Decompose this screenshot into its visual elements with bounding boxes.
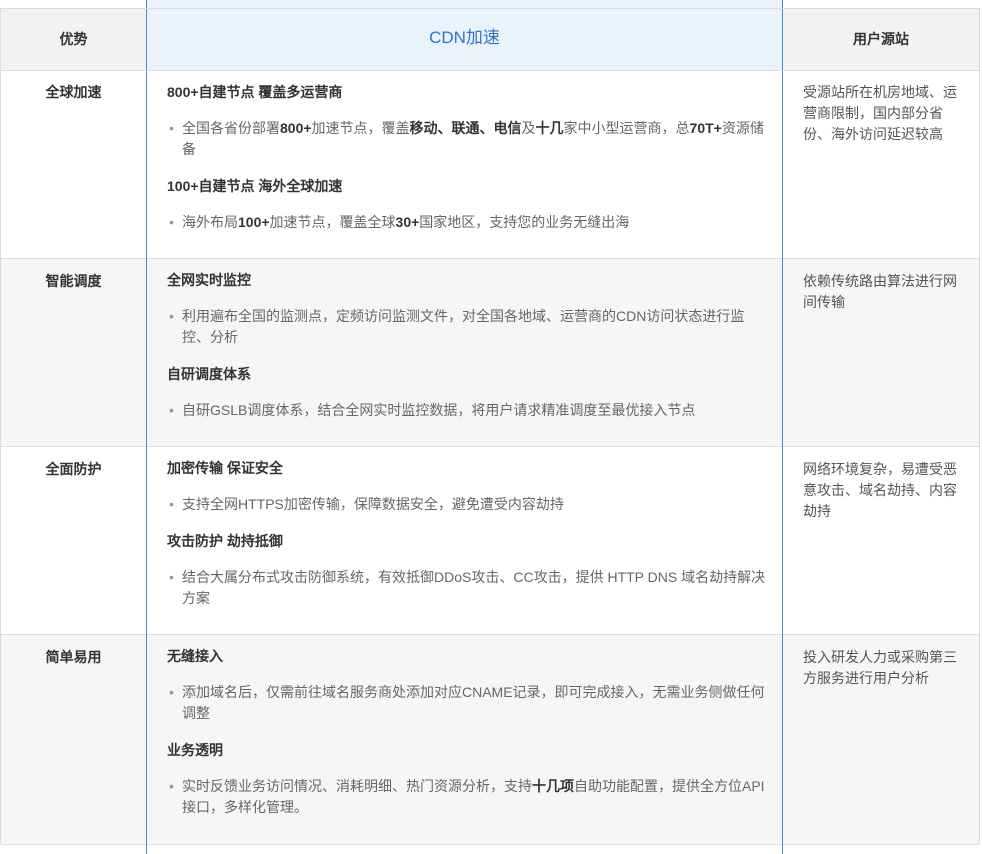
table-top-border <box>1 8 980 9</box>
right-column-frame <box>782 8 980 844</box>
cdn-column-highlight-frame <box>146 0 783 854</box>
left-column-frame <box>0 8 147 844</box>
header-divider <box>1 70 980 71</box>
comparison-table: 优势 CDN加速 用户源站 全球加速 800+自建节点 覆盖多运营商 • 全国各省… <box>0 0 983 854</box>
